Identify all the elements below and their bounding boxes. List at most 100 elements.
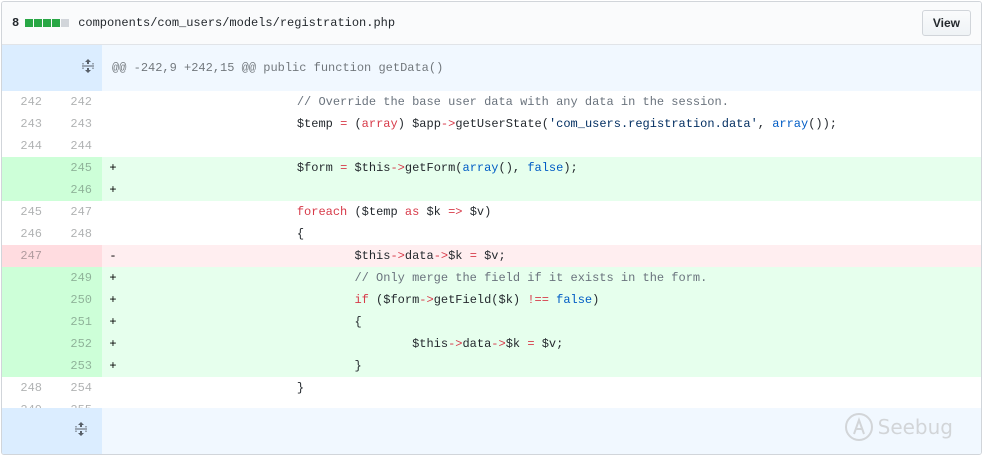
new-line-number[interactable]: 248 <box>52 223 102 245</box>
file-header: 8 components/com_users/models/registrati… <box>2 2 981 45</box>
code-line: { <box>124 311 981 333</box>
code-token: 'com_users.registration.data' <box>548 117 758 131</box>
diffstat-block <box>43 19 52 27</box>
new-line-number[interactable]: 253 <box>52 355 103 377</box>
diff-line-context: 246 248 { <box>2 223 981 245</box>
seebug-logo-icon <box>844 413 873 441</box>
code-token: ) <box>592 293 600 307</box>
old-line-number[interactable] <box>2 311 52 333</box>
expand-down-button[interactable] <box>2 408 102 454</box>
view-file-button[interactable]: View <box>921 10 971 36</box>
code-line: $this->data->$k = $v; <box>124 245 981 267</box>
code-line <box>124 179 981 201</box>
code-line: // Only merge the field if it exists in … <box>124 267 981 289</box>
code-token: if <box>354 293 369 307</box>
diff-line-added: 251 + { <box>2 311 981 333</box>
old-line-number[interactable] <box>2 179 52 201</box>
code-token: { <box>124 315 362 329</box>
expand-up-button[interactable] <box>2 45 103 91</box>
old-line-number[interactable]: 243 <box>2 113 52 135</box>
code-line: foreach ($temp as $k => $v) <box>124 201 981 223</box>
code-token: $this <box>347 161 391 175</box>
code-line: $this->data->$k = $v; <box>124 333 981 355</box>
code-token: ); <box>563 161 578 175</box>
new-line-number[interactable]: 254 <box>52 377 102 399</box>
old-line-number[interactable]: 245 <box>2 201 52 223</box>
diff-marker <box>102 135 124 157</box>
code-token: $v; <box>534 337 564 351</box>
new-line-number[interactable]: 249 <box>52 267 103 289</box>
new-line-number[interactable]: 242 <box>52 91 102 113</box>
file-path[interactable]: components/com_users/models/registration… <box>78 16 395 30</box>
code-token: = <box>469 249 477 263</box>
code-token: $this <box>124 337 449 351</box>
old-line-number[interactable]: 244 <box>2 135 52 157</box>
new-line-number[interactable]: 245 <box>52 157 103 179</box>
code-token: ()); <box>808 117 838 131</box>
new-line-number[interactable]: 244 <box>52 135 102 157</box>
diff-marker <box>102 91 124 113</box>
code-token: data <box>462 337 492 351</box>
hunk-header-row: @@ -242,9 +242,15 @@ public function get… <box>2 45 981 91</box>
new-line-number[interactable] <box>52 245 103 267</box>
old-line-number[interactable] <box>2 333 52 355</box>
code-token: ($temp <box>347 205 405 219</box>
code-token: = <box>527 337 535 351</box>
diff-marker <box>102 377 124 399</box>
code-line: if ($form->getField($k) !== false) <box>124 289 981 311</box>
code-token: $v; <box>476 249 506 263</box>
new-line-number[interactable]: 251 <box>52 311 103 333</box>
code-token: data <box>404 249 434 263</box>
code-token: as <box>404 205 420 219</box>
diff-marker: + <box>102 311 125 333</box>
diff-line-context: 245 247 foreach ($temp as $k => $v) <box>2 201 981 223</box>
diff-line-added: 246 + <box>2 179 981 201</box>
diff-marker: + <box>102 355 125 377</box>
code-token: (), <box>498 161 528 175</box>
diff-line-context: 242 242 // Override the base user data wi… <box>2 91 981 113</box>
watermark: Seebug <box>844 412 953 442</box>
old-line-number[interactable] <box>2 267 52 289</box>
code-token: getField($k) <box>433 293 528 307</box>
new-line-number[interactable]: 247 <box>52 201 102 223</box>
old-line-number[interactable]: 248 <box>2 377 52 399</box>
diff-marker <box>102 113 124 135</box>
old-line-number[interactable]: 246 <box>2 223 52 245</box>
code-token: array <box>772 117 809 131</box>
diffstat-block <box>52 19 61 27</box>
code-token: // Only merge the field if it exists in … <box>354 271 708 285</box>
code-line: } <box>124 355 981 377</box>
old-line-number[interactable]: 242 <box>2 91 52 113</box>
old-line-number[interactable] <box>2 157 52 179</box>
code-token: array <box>361 117 398 131</box>
diff-line-context: 243 243 $temp = (array) $app->getUserStat… <box>2 113 981 135</box>
diff-line-added: 249 + // Only merge the field if it exist… <box>2 267 981 289</box>
diffstat-block <box>34 19 43 27</box>
code-token: ($form <box>368 293 420 307</box>
diff-footer <box>2 408 981 454</box>
old-line-number[interactable] <box>2 355 52 377</box>
code-token: getForm( <box>404 161 463 175</box>
code-token: -> <box>448 337 463 351</box>
diff-marker: + <box>102 333 125 355</box>
new-line-number[interactable]: 250 <box>52 289 103 311</box>
code-token: } <box>124 359 362 373</box>
new-line-number[interactable]: 246 <box>52 179 103 201</box>
code-token: $k <box>505 337 528 351</box>
code-token: foreach <box>296 205 348 219</box>
diff-line-context: 248 254 } <box>2 377 981 399</box>
code-token: array <box>462 161 499 175</box>
new-line-number[interactable]: 243 <box>52 113 102 135</box>
diff-marker <box>102 201 124 223</box>
code-line: } <box>124 377 981 399</box>
new-line-number[interactable]: 252 <box>52 333 103 355</box>
code-token: false <box>527 161 564 175</box>
code-token: -> <box>390 161 405 175</box>
diff-line-added: 252 + $this->data->$k = $v; <box>2 333 981 355</box>
old-line-number[interactable]: 247 <box>2 245 52 267</box>
diff-line-added: 253 + } <box>2 355 981 377</box>
old-line-number[interactable] <box>2 289 52 311</box>
